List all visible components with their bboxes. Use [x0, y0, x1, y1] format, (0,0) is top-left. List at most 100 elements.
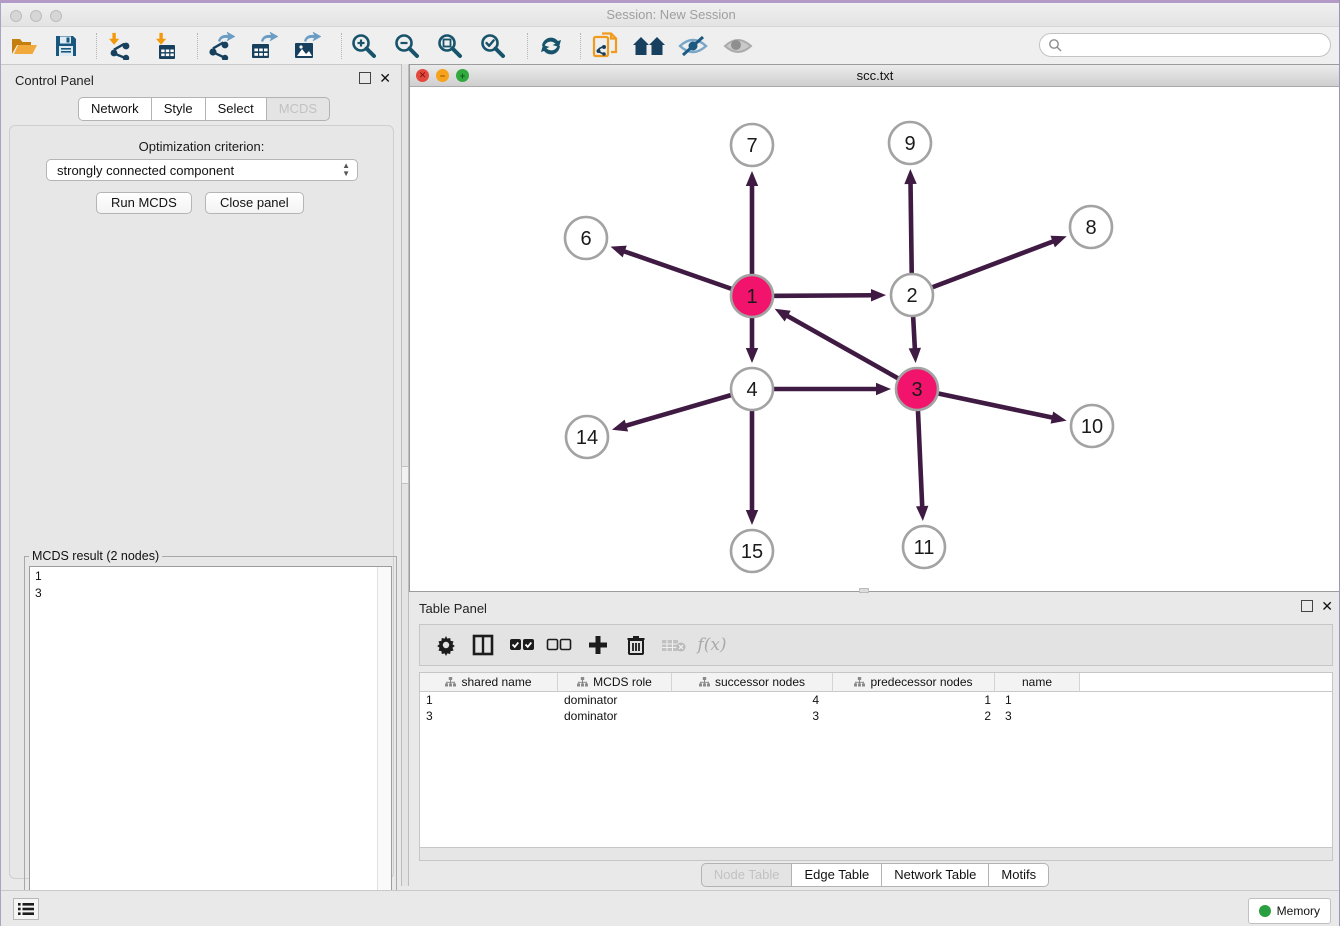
node-label: 9 — [904, 133, 915, 155]
tab-network-table[interactable]: Network Table — [881, 863, 989, 887]
column-header-shared-name[interactable]: shared name — [420, 673, 558, 692]
node-label: 11 — [914, 537, 935, 559]
status-bar: Memory — [1, 890, 1340, 926]
export-network-icon[interactable] — [203, 31, 237, 61]
table-row[interactable]: 3dominator323 — [420, 708, 1332, 724]
result-scrollbar[interactable] — [377, 567, 391, 926]
table-cell[interactable]: 4 — [672, 692, 833, 708]
control-panel-tabs: Network Style Select MCDS — [78, 97, 330, 121]
new-network-from-selection-icon[interactable] — [589, 31, 623, 61]
export-image-icon[interactable] — [289, 31, 323, 61]
tab-motifs[interactable]: Motifs — [988, 863, 1049, 887]
control-panel: Control Panel ✕ Network Style Select MCD… — [1, 64, 401, 886]
network-window-titlebar[interactable]: ✕ − + scc.txt — [410, 65, 1340, 87]
save-session-icon[interactable] — [49, 31, 83, 61]
control-panel-title: Control Panel — [15, 73, 94, 88]
node-table[interactable]: shared name MCDS role successor nodesprede… — [419, 672, 1333, 848]
mcds-result-title: MCDS result (2 nodes) — [29, 549, 162, 563]
node-label: 8 — [1085, 217, 1096, 239]
column-header-label: MCDS role — [593, 675, 652, 689]
table-toolbar: f(x) — [419, 624, 1333, 666]
first-neighbors-icon[interactable] — [632, 31, 666, 61]
column-header-successor-nodes[interactable]: successor nodes — [672, 673, 833, 692]
toolbar-separator — [580, 33, 581, 59]
apply-layout-icon[interactable] — [534, 31, 568, 61]
mcds-result-group: MCDS result (2 nodes) 13 — [24, 556, 397, 926]
tab-select[interactable]: Select — [205, 97, 267, 121]
import-table-icon[interactable] — [149, 31, 183, 61]
search-input[interactable] — [1062, 37, 1316, 54]
edge-arrowhead — [916, 506, 928, 521]
export-table-icon[interactable] — [246, 31, 280, 61]
table-bottom-strip — [419, 848, 1333, 861]
edge-arrowhead — [909, 348, 921, 363]
mcds-tab-content: Optimization criterion: strongly connect… — [9, 125, 394, 879]
criterion-select[interactable]: strongly connected component ▲▼ — [46, 159, 358, 181]
result-line: 1 — [35, 568, 391, 585]
criterion-value: strongly connected component — [57, 163, 234, 178]
memory-button[interactable]: Memory — [1248, 898, 1331, 924]
table-cell[interactable]: 1 — [420, 692, 558, 708]
close-panel-icon[interactable]: ✕ — [379, 73, 391, 83]
add-column-icon[interactable] — [582, 630, 614, 660]
titlebar: Session: New Session — [1, 3, 1340, 27]
search-field[interactable] — [1039, 33, 1331, 57]
zoom-out-icon[interactable] — [390, 31, 424, 61]
node-label: 1 — [746, 286, 757, 308]
zoom-in-icon[interactable] — [347, 31, 381, 61]
network-window-resize-handle[interactable] — [859, 588, 869, 593]
task-history-button[interactable] — [13, 898, 39, 920]
float-table-panel-icon[interactable] — [1301, 600, 1313, 612]
edge-arrowhead — [612, 420, 628, 432]
toolbar-separator — [197, 33, 198, 59]
close-table-panel-icon[interactable]: ✕ — [1321, 601, 1333, 611]
network-graph-canvas[interactable]: 7968124314101511 — [410, 86, 1340, 591]
close-panel-button[interactable]: Close panel — [205, 192, 304, 214]
import-network-icon[interactable] — [102, 31, 136, 61]
hierarchy-icon — [445, 677, 456, 687]
zoom-selected-icon[interactable] — [476, 31, 510, 61]
table-options-icon[interactable] — [430, 630, 462, 660]
table-cell[interactable]: dominator — [558, 692, 672, 708]
table-tabs: Node Table Edge Table Network Table Moti… — [701, 863, 1049, 887]
column-header-label: shared name — [461, 675, 531, 689]
table-cell[interactable]: 2 — [833, 708, 995, 724]
column-header-label: name — [1022, 675, 1052, 689]
tab-mcds[interactable]: MCDS — [266, 97, 330, 121]
float-panel-icon[interactable] — [359, 72, 371, 84]
table-cell[interactable]: dominator — [558, 708, 672, 724]
result-line: 3 — [35, 585, 391, 602]
delete-column-icon[interactable] — [620, 630, 652, 660]
table-cell[interactable]: 1 — [995, 692, 1080, 708]
column-header-MCDS-role[interactable]: MCDS role — [558, 673, 672, 692]
network-window-title: scc.txt — [410, 68, 1340, 83]
node-label: 3 — [911, 379, 922, 401]
memory-status-icon — [1259, 905, 1271, 917]
hide-selected-icon[interactable] — [676, 31, 710, 61]
table-cell[interactable]: 3 — [995, 708, 1080, 724]
tab-style[interactable]: Style — [151, 97, 206, 121]
tab-edge-table[interactable]: Edge Table — [791, 863, 882, 887]
mcds-result-text[interactable]: 13 — [29, 566, 392, 926]
table-cell[interactable]: 1 — [833, 692, 995, 708]
graph-edge-2-8[interactable] — [912, 241, 1055, 295]
select-all-icon[interactable] — [506, 630, 538, 660]
zoom-fit-icon[interactable] — [433, 31, 467, 61]
column-header-filler — [1080, 673, 1332, 692]
tab-node-table[interactable]: Node Table — [701, 863, 793, 887]
run-mcds-button[interactable]: Run MCDS — [96, 192, 192, 214]
show-all-icon[interactable] — [721, 31, 755, 61]
table-cell[interactable]: 3 — [672, 708, 833, 724]
column-header-name[interactable]: name — [995, 673, 1080, 692]
column-header-predecessor-nodes[interactable]: predecessor nodes — [833, 673, 995, 692]
tab-network[interactable]: Network — [78, 97, 152, 121]
deselect-all-icon[interactable] — [543, 630, 575, 660]
table-cell[interactable]: 3 — [420, 708, 558, 724]
table-row[interactable]: 1dominator411 — [420, 692, 1332, 708]
node-label: 15 — [741, 541, 763, 563]
panel-splitter-handle[interactable] — [401, 466, 409, 484]
node-label: 10 — [1081, 416, 1103, 438]
show-column-icon[interactable] — [467, 630, 499, 660]
open-file-icon[interactable] — [7, 31, 41, 61]
graph-edge-3-1[interactable] — [786, 315, 917, 389]
